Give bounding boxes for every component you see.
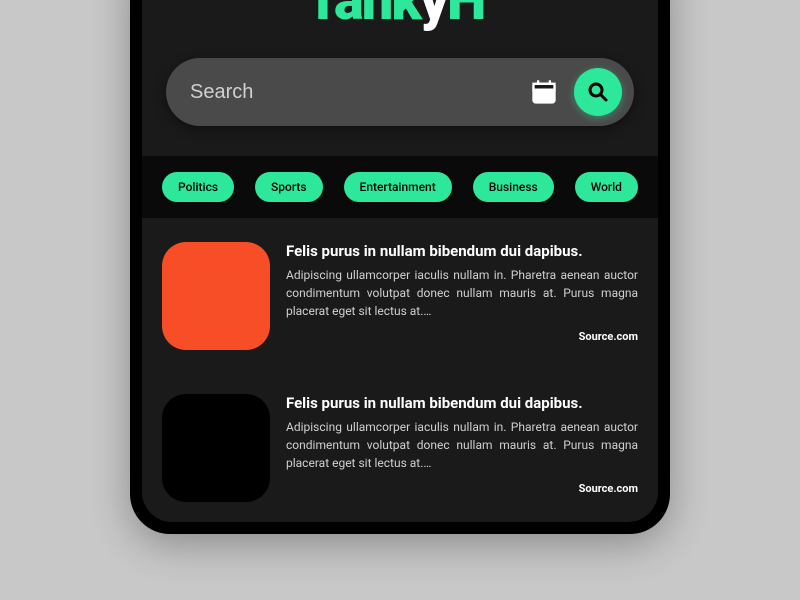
search-input[interactable] [190, 81, 514, 104]
article-source: Source.com [286, 482, 638, 495]
phone-frame: rankyH 7 [130, 0, 670, 534]
article-thumbnail [162, 242, 270, 350]
app-screen: rankyH 7 [142, 0, 658, 522]
article-content: Felis purus in nullam bibendum dui dapib… [286, 394, 638, 495]
logo-area: rankyH [142, 0, 658, 38]
logo-part3: H [447, 0, 484, 33]
app-logo: rankyH [142, 0, 658, 28]
article-text: Adipiscing ullamcorper iaculis nullam in… [286, 418, 638, 472]
search-button[interactable] [574, 68, 622, 116]
search-section: 7 [142, 38, 658, 156]
article-item[interactable]: Felis purus in nullam bibendum dui dapib… [142, 370, 658, 522]
category-chip-business[interactable]: Business [473, 172, 554, 202]
category-chip-world[interactable]: World [575, 172, 638, 202]
category-chip-entertainment[interactable]: Entertainment [344, 172, 452, 202]
article-content: Felis purus in nullam bibendum dui dapib… [286, 242, 638, 343]
search-bar: 7 [166, 58, 634, 126]
article-list: Felis purus in nullam bibendum dui dapib… [142, 218, 658, 522]
article-text: Adipiscing ullamcorper iaculis nullam in… [286, 266, 638, 320]
article-title: Felis purus in nullam bibendum dui dapib… [286, 242, 638, 260]
category-chip-politics[interactable]: Politics [162, 172, 234, 202]
calendar-icon: 7 [530, 78, 558, 106]
logo-part2: y [420, 0, 447, 33]
category-chip-sports[interactable]: Sports [255, 172, 323, 202]
search-icon [586, 80, 610, 104]
article-thumbnail [162, 394, 270, 502]
article-item[interactable]: Felis purus in nullam bibendum dui dapib… [142, 218, 658, 370]
calendar-button[interactable]: 7 [526, 74, 562, 110]
svg-text:7: 7 [541, 90, 547, 102]
article-source: Source.com [286, 330, 638, 343]
category-bar: Politics Sports Entertainment Business W… [142, 156, 658, 218]
article-title: Felis purus in nullam bibendum dui dapib… [286, 394, 638, 412]
logo-part1: rank [316, 0, 420, 33]
